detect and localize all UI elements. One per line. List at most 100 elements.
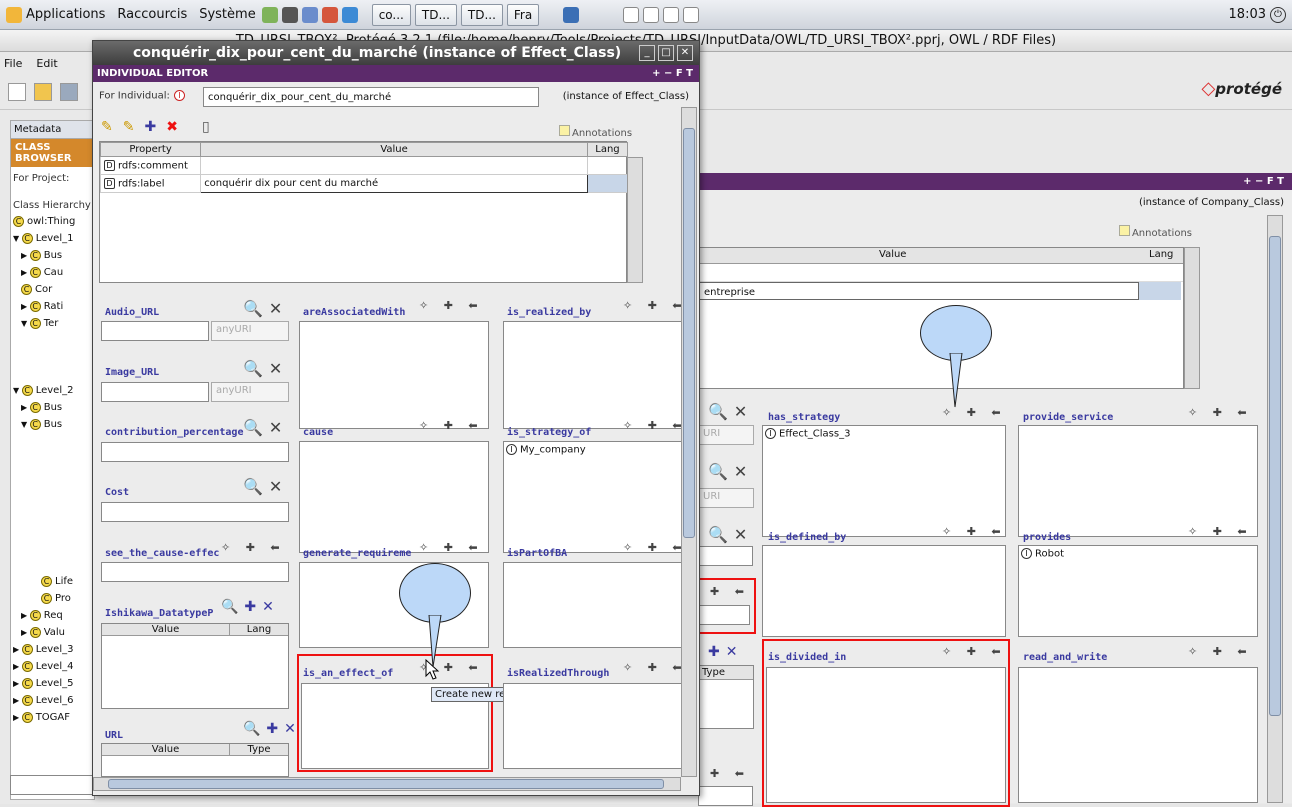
- see-cause-actions[interactable]: ✧ ✚ ⬅: [221, 541, 286, 554]
- list-item[interactable]: I Effect_Class_3: [763, 426, 1005, 442]
- task-button-1[interactable]: co...: [371, 3, 411, 26]
- list-item[interactable]: I Robot: [1019, 546, 1257, 562]
- tree-item[interactable]: ▶ C Valu: [13, 624, 94, 641]
- is-divided-in-actions[interactable]: ✧ ✚ ⬅: [942, 645, 1007, 658]
- expand-arrow-icon[interactable]: ▶: [13, 645, 22, 654]
- expand-arrow-icon[interactable]: ▶: [21, 302, 30, 311]
- red-box-actions[interactable]: ✚ ⬅: [710, 585, 750, 598]
- tree-item[interactable]: ▼ C Level_1: [13, 230, 94, 247]
- workspace-icon[interactable]: [623, 6, 640, 23]
- close-button[interactable]: ✕: [677, 45, 693, 61]
- cause-actions[interactable]: ✧ ✚ ⬅: [419, 419, 484, 432]
- expand-arrow-icon[interactable]: ▶: [13, 713, 22, 722]
- add-datatype-icon[interactable]: ✎: [123, 119, 135, 135]
- audio-url-actions[interactable]: 🔍✕: [243, 299, 288, 318]
- menu-file[interactable]: File: [4, 57, 22, 70]
- read-and-write-actions[interactable]: ✧ ✚ ⬅: [1188, 645, 1253, 658]
- tree-item[interactable]: ▼ C Ter: [13, 315, 94, 332]
- label-value-field[interactable]: entreprise: [699, 282, 1139, 300]
- is-part-of-ba-list[interactable]: [503, 562, 683, 648]
- tree-item[interactable]: ▶ C Req: [13, 607, 94, 624]
- is-realized-by-list[interactable]: [503, 321, 683, 429]
- is-strategy-of-list[interactable]: I My_company: [503, 441, 683, 553]
- task-button-4[interactable]: Fra: [506, 3, 540, 26]
- expand-arrow-icon[interactable]: ▼: [21, 319, 30, 328]
- tree-item[interactable]: ▶ C Rati: [13, 298, 94, 315]
- lang-cell[interactable]: [1139, 282, 1181, 300]
- expand-arrow-icon[interactable]: ▶: [21, 403, 30, 412]
- delete-icon[interactable]: ✖: [166, 119, 178, 135]
- generate-req-actions[interactable]: ✧ ✚ ⬅: [419, 541, 484, 554]
- right-bottom-field[interactable]: [698, 786, 753, 806]
- expand-arrow-icon[interactable]: ▶: [21, 268, 30, 277]
- terminal-icon[interactable]: [281, 6, 298, 23]
- workspace-icon[interactable]: [643, 6, 660, 23]
- expand-arrow-icon[interactable]: ▼: [13, 386, 22, 395]
- table-row[interactable]: Drdfs:comment: [99, 156, 629, 175]
- dialog-scrollbar-h[interactable]: [93, 777, 681, 791]
- is-divided-in-list[interactable]: [766, 667, 1006, 803]
- right-text-field[interactable]: [698, 546, 753, 566]
- right-uri-select-2[interactable]: URI: [698, 488, 754, 508]
- expand-arrow-icon[interactable]: ▶: [13, 696, 22, 705]
- task-button-2[interactable]: TD...: [414, 3, 457, 26]
- network-icon[interactable]: [563, 6, 580, 23]
- save-icon[interactable]: [60, 82, 78, 101]
- is-defined-by-actions[interactable]: ✧ ✚ ⬅: [942, 525, 1007, 538]
- audio-url-type[interactable]: anyURI: [211, 321, 289, 341]
- right-scrollbar[interactable]: [1267, 215, 1283, 803]
- tree-item[interactable]: ▼ C Bus: [13, 416, 94, 433]
- has-strategy-list[interactable]: I Effect_Class_3: [762, 425, 1006, 537]
- share-icon[interactable]: [301, 6, 318, 23]
- contribution-field[interactable]: [101, 442, 289, 462]
- provide-service-list[interactable]: [1018, 425, 1258, 537]
- expand-arrow-icon[interactable]: ▼: [21, 420, 30, 429]
- tree-item[interactable]: ▶ C Level_6: [13, 692, 94, 709]
- annotations-link[interactable]: Annotations: [559, 125, 632, 139]
- contribution-actions[interactable]: 🔍✕: [243, 418, 288, 437]
- value-cell[interactable]: [200, 156, 588, 175]
- bottom-actions[interactable]: ✚ ⬅: [710, 767, 750, 780]
- expand-arrow-icon[interactable]: ▶: [21, 251, 30, 260]
- workspace-icon[interactable]: [663, 6, 680, 23]
- right-table-scrollbar[interactable]: [1184, 247, 1200, 389]
- provides-list[interactable]: I Robot: [1018, 545, 1258, 637]
- are-associated-actions[interactable]: ✧ ✚ ⬅: [419, 299, 484, 312]
- dialog-scrollbar-v[interactable]: [681, 107, 697, 777]
- read-and-write-list[interactable]: [1018, 667, 1258, 803]
- scroll-thumb[interactable]: [1269, 236, 1281, 716]
- provides-actions[interactable]: ✧ ✚ ⬅: [1188, 525, 1253, 538]
- new-file-icon[interactable]: [8, 82, 26, 101]
- is-strategy-of-actions[interactable]: ✧ ✚ ⬅: [623, 419, 688, 432]
- value-cell[interactable]: conquérir dix pour cent du marché: [200, 174, 588, 193]
- tree-item[interactable]: ▶ C Level_3: [13, 641, 94, 658]
- tree-item[interactable]: ▼ C Level_2: [13, 382, 94, 399]
- bottom-left-field[interactable]: [10, 775, 95, 795]
- tree-item[interactable]: ▶ C Cau: [13, 264, 94, 281]
- power-icon[interactable]: ⏻: [1270, 6, 1286, 23]
- ishikawa-table[interactable]: Value Lang: [101, 623, 289, 709]
- image-url-type[interactable]: anyURI: [211, 382, 289, 402]
- individual-name-field[interactable]: conquérir_dix_pour_cent_du_marché: [203, 87, 539, 107]
- task-button-3[interactable]: TD...: [460, 3, 503, 26]
- cause-list[interactable]: [299, 441, 489, 553]
- table-row[interactable]: Drdfs:label conquérir dix pour cent du m…: [99, 174, 629, 193]
- provide-service-actions[interactable]: ✧ ✚ ⬅: [1188, 406, 1253, 419]
- is-part-of-ba-actions[interactable]: ✧ ✚ ⬅: [623, 541, 688, 554]
- table-row[interactable]: [699, 264, 1183, 282]
- audio-url-field[interactable]: [101, 321, 209, 341]
- expand-arrow-icon[interactable]: ▶: [21, 611, 30, 620]
- table-row[interactable]: entreprise: [699, 282, 1183, 300]
- are-associated-list[interactable]: [299, 321, 489, 429]
- system-menu[interactable]: Système: [193, 3, 261, 27]
- see-cause-field[interactable]: [101, 562, 289, 582]
- search-delete-actions[interactable]: 🔍✕: [708, 462, 753, 481]
- tree-item[interactable]: ▶ C TOGAF: [13, 709, 94, 726]
- search-delete-actions[interactable]: 🔍✕: [708, 525, 753, 544]
- menu-edit[interactable]: Edit: [36, 57, 57, 70]
- image-url-field[interactable]: [101, 382, 209, 402]
- search-delete-actions[interactable]: 🔍✕: [708, 402, 753, 421]
- tree-item[interactable]: C Pro: [13, 590, 94, 607]
- image-url-actions[interactable]: 🔍✕: [243, 359, 288, 378]
- lang-cell[interactable]: [586, 156, 629, 175]
